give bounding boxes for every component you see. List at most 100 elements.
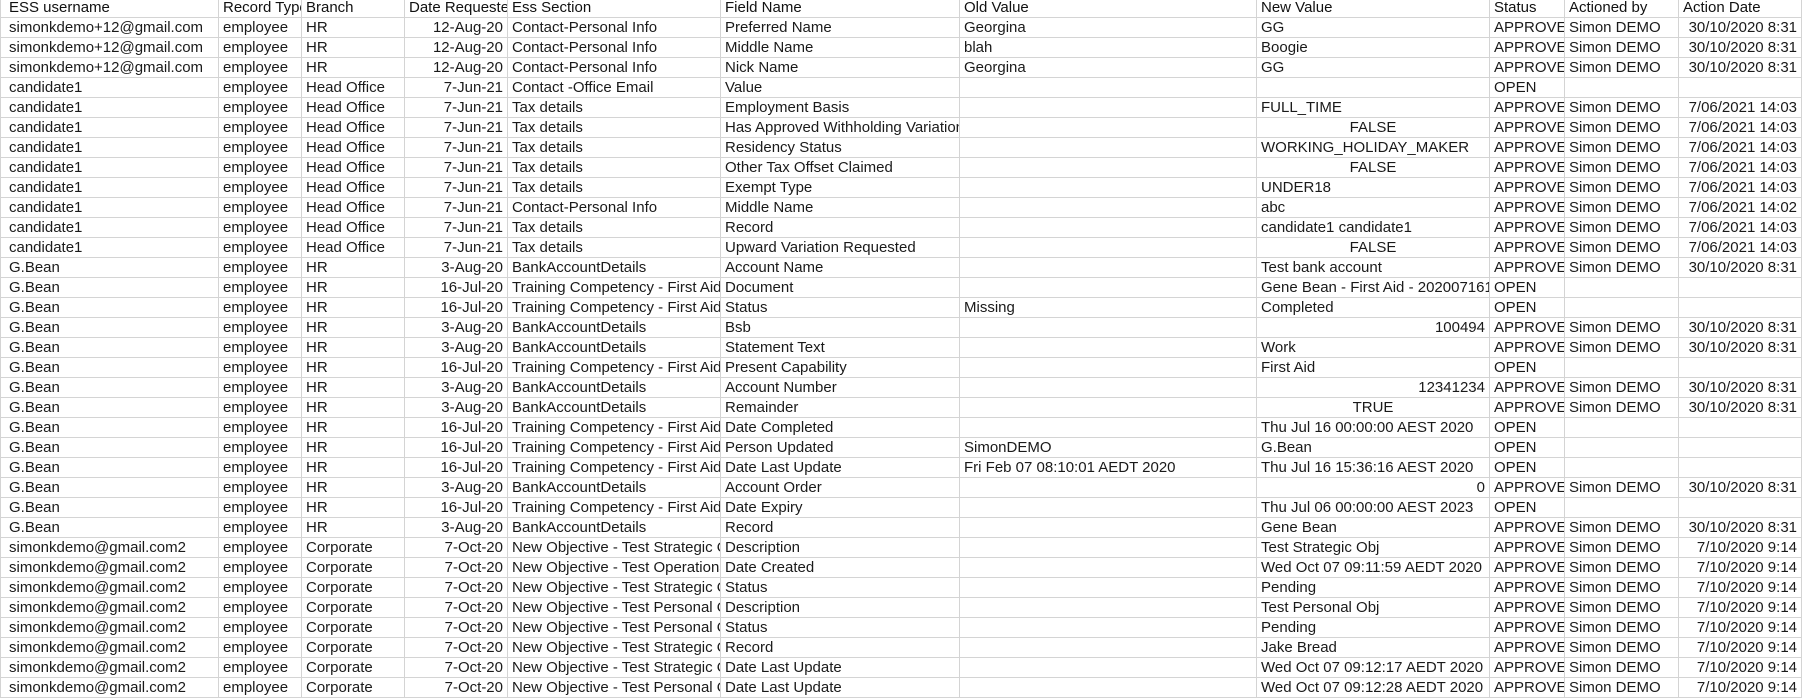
- cell-field-name[interactable]: Exempt Type: [721, 178, 960, 198]
- cell-action-date[interactable]: 30/10/2020 8:31: [1679, 58, 1802, 78]
- cell-ess-section[interactable]: Contact-Personal Info: [508, 58, 721, 78]
- cell-field-name[interactable]: Bsb: [721, 318, 960, 338]
- cell-old-value[interactable]: [960, 518, 1257, 538]
- cell-new-value[interactable]: Test bank account: [1257, 258, 1490, 278]
- cell-username[interactable]: G.Bean: [0, 378, 219, 398]
- cell-new-value[interactable]: Thu Jul 16 00:00:00 AEST 2020: [1257, 418, 1490, 438]
- cell-old-value[interactable]: [960, 278, 1257, 298]
- cell-action-date[interactable]: [1679, 298, 1802, 318]
- cell-action-date[interactable]: 30/10/2020 8:31: [1679, 338, 1802, 358]
- cell-branch[interactable]: HR: [302, 418, 405, 438]
- cell-username[interactable]: candidate1: [0, 218, 219, 238]
- cell-ess-section[interactable]: New Objective - Test Personal Obj: [508, 618, 721, 638]
- cell-field-name[interactable]: Record: [721, 638, 960, 658]
- cell-new-value[interactable]: FALSE: [1257, 118, 1490, 138]
- cell-branch[interactable]: Head Office: [302, 138, 405, 158]
- cell-record-type[interactable]: employee: [219, 338, 302, 358]
- cell-old-value[interactable]: Fri Feb 07 08:10:01 AEDT 2020: [960, 458, 1257, 478]
- cell-old-value[interactable]: [960, 258, 1257, 278]
- cell-new-value[interactable]: 12341234: [1257, 378, 1490, 398]
- cell-status[interactable]: APPROVED: [1490, 158, 1565, 178]
- cell-status[interactable]: APPROVED: [1490, 478, 1565, 498]
- cell-status[interactable]: APPROVED: [1490, 338, 1565, 358]
- cell-date-requested[interactable]: 7-Jun-21: [405, 138, 508, 158]
- cell-date-requested[interactable]: 7-Oct-20: [405, 538, 508, 558]
- cell-username[interactable]: simonkdemo@gmail.com2: [0, 538, 219, 558]
- cell-new-value[interactable]: Pending: [1257, 578, 1490, 598]
- cell-ess-section[interactable]: New Objective - Test Strategic Obj: [508, 578, 721, 598]
- cell-ess-section[interactable]: New Objective - Test Personal Obj: [508, 678, 721, 698]
- cell-field-name[interactable]: Status: [721, 618, 960, 638]
- cell-ess-section[interactable]: Tax details: [508, 118, 721, 138]
- cell-field-name[interactable]: Document: [721, 278, 960, 298]
- cell-username[interactable]: simonkdemo@gmail.com2: [0, 578, 219, 598]
- cell-status[interactable]: APPROVED: [1490, 118, 1565, 138]
- cell-ess-section[interactable]: Training Competency - First Aid: [508, 438, 721, 458]
- header-status[interactable]: Status: [1490, 0, 1565, 18]
- cell-record-type[interactable]: employee: [219, 418, 302, 438]
- header-old-value[interactable]: Old Value: [960, 0, 1257, 18]
- cell-old-value[interactable]: [960, 198, 1257, 218]
- cell-status[interactable]: OPEN: [1490, 438, 1565, 458]
- cell-ess-section[interactable]: New Objective - Test Strategic Obj: [508, 638, 721, 658]
- cell-actioned-by[interactable]: Simon DEMO: [1565, 318, 1679, 338]
- cell-old-value[interactable]: [960, 78, 1257, 98]
- cell-field-name[interactable]: Person Updated: [721, 438, 960, 458]
- cell-old-value[interactable]: [960, 118, 1257, 138]
- cell-record-type[interactable]: employee: [219, 678, 302, 698]
- cell-ess-section[interactable]: Tax details: [508, 218, 721, 238]
- cell-status[interactable]: APPROVED: [1490, 138, 1565, 158]
- cell-old-value[interactable]: SimonDEMO: [960, 438, 1257, 458]
- cell-action-date[interactable]: 7/10/2020 9:14: [1679, 598, 1802, 618]
- cell-ess-section[interactable]: BankAccountDetails: [508, 398, 721, 418]
- cell-branch[interactable]: Corporate: [302, 558, 405, 578]
- cell-old-value[interactable]: [960, 238, 1257, 258]
- cell-field-name[interactable]: Date Last Update: [721, 458, 960, 478]
- cell-new-value[interactable]: TRUE: [1257, 398, 1490, 418]
- cell-branch[interactable]: HR: [302, 338, 405, 358]
- cell-old-value[interactable]: [960, 558, 1257, 578]
- cell-date-requested[interactable]: 3-Aug-20: [405, 378, 508, 398]
- cell-date-requested[interactable]: 16-Jul-20: [405, 498, 508, 518]
- cell-status[interactable]: APPROVED: [1490, 378, 1565, 398]
- cell-record-type[interactable]: employee: [219, 358, 302, 378]
- cell-date-requested[interactable]: 12-Aug-20: [405, 18, 508, 38]
- cell-field-name[interactable]: Description: [721, 598, 960, 618]
- cell-action-date[interactable]: [1679, 438, 1802, 458]
- cell-new-value[interactable]: Wed Oct 07 09:12:17 AEDT 2020: [1257, 658, 1490, 678]
- cell-status[interactable]: APPROVED: [1490, 678, 1565, 698]
- cell-ess-section[interactable]: Training Competency - First Aid: [508, 418, 721, 438]
- cell-record-type[interactable]: employee: [219, 398, 302, 418]
- header-field-name[interactable]: Field Name: [721, 0, 960, 18]
- cell-username[interactable]: candidate1: [0, 158, 219, 178]
- cell-branch[interactable]: HR: [302, 498, 405, 518]
- cell-ess-section[interactable]: BankAccountDetails: [508, 318, 721, 338]
- cell-date-requested[interactable]: 3-Aug-20: [405, 338, 508, 358]
- cell-field-name[interactable]: Date Last Update: [721, 678, 960, 698]
- cell-field-name[interactable]: Present Capability: [721, 358, 960, 378]
- cell-actioned-by[interactable]: Simon DEMO: [1565, 178, 1679, 198]
- cell-actioned-by[interactable]: Simon DEMO: [1565, 238, 1679, 258]
- cell-status[interactable]: APPROVED: [1490, 238, 1565, 258]
- cell-record-type[interactable]: employee: [219, 558, 302, 578]
- cell-old-value[interactable]: Missing: [960, 298, 1257, 318]
- cell-record-type[interactable]: employee: [219, 38, 302, 58]
- cell-status[interactable]: APPROVED: [1490, 218, 1565, 238]
- cell-branch[interactable]: HR: [302, 58, 405, 78]
- cell-field-name[interactable]: Account Name: [721, 258, 960, 278]
- cell-old-value[interactable]: [960, 358, 1257, 378]
- cell-status[interactable]: APPROVED: [1490, 198, 1565, 218]
- cell-status[interactable]: OPEN: [1490, 498, 1565, 518]
- cell-field-name[interactable]: Other Tax Offset Claimed: [721, 158, 960, 178]
- cell-new-value[interactable]: FALSE: [1257, 238, 1490, 258]
- cell-date-requested[interactable]: 16-Jul-20: [405, 278, 508, 298]
- cell-branch[interactable]: Corporate: [302, 678, 405, 698]
- cell-record-type[interactable]: employee: [219, 218, 302, 238]
- cell-old-value[interactable]: [960, 218, 1257, 238]
- cell-username[interactable]: candidate1: [0, 98, 219, 118]
- cell-record-type[interactable]: employee: [219, 58, 302, 78]
- cell-old-value[interactable]: [960, 478, 1257, 498]
- cell-date-requested[interactable]: 7-Oct-20: [405, 678, 508, 698]
- cell-branch[interactable]: Corporate: [302, 598, 405, 618]
- cell-ess-section[interactable]: Training Competency - First Aid: [508, 278, 721, 298]
